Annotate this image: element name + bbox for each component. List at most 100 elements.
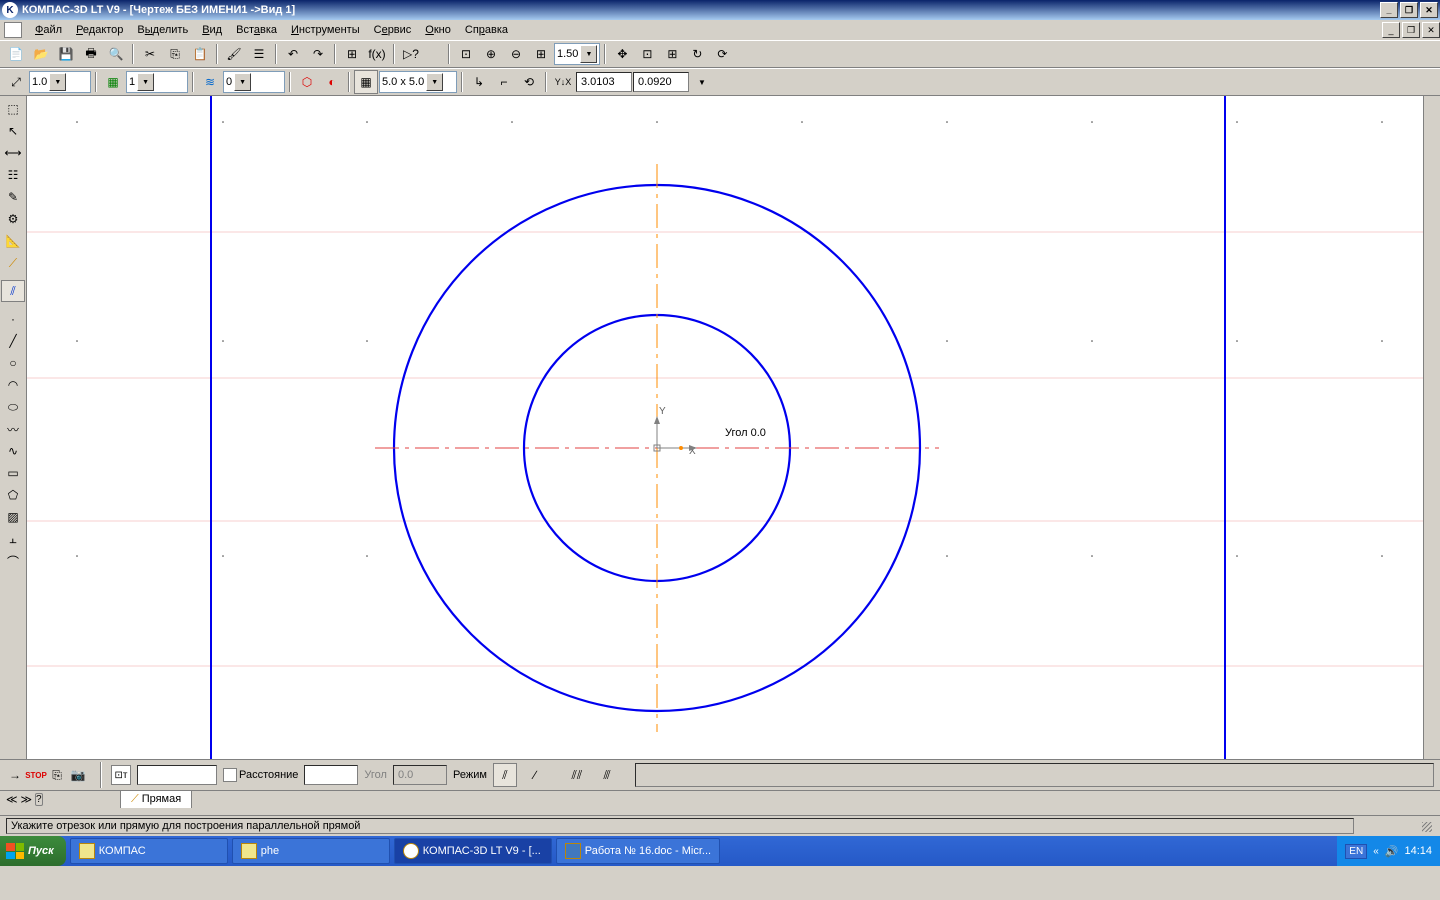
snap-end-button[interactable]: ⬡ xyxy=(295,70,319,94)
zoom-fit-button[interactable]: ⊡ xyxy=(454,42,478,66)
coord-dropdown[interactable]: ▼ xyxy=(690,70,714,94)
copy-button[interactable]: ⎘ xyxy=(163,42,187,66)
nav-help-button[interactable]: ? xyxy=(35,793,43,806)
vertical-scrollbar[interactable] xyxy=(1423,96,1440,759)
maximize-button[interactable]: ❐ xyxy=(1400,2,1418,18)
menu-select[interactable]: Выделить xyxy=(130,22,195,38)
variables-button[interactable]: f(x) xyxy=(365,42,389,66)
localcs-button[interactable]: ↳ xyxy=(467,70,491,94)
fillet-button[interactable]: ⌒ xyxy=(1,550,25,572)
step-icon[interactable]: ⤢ xyxy=(4,70,28,94)
redo-button[interactable]: ↷ xyxy=(306,42,330,66)
distance-check[interactable] xyxy=(223,768,237,782)
layer-state-icon[interactable]: ▦ xyxy=(101,70,125,94)
start-button[interactable]: Пуск xyxy=(0,836,66,866)
arc-button[interactable]: ◠ xyxy=(1,374,25,396)
step-combo[interactable]: 1.0▼ xyxy=(29,71,91,93)
drawing-canvas[interactable]: Y X Угол 0.0 xyxy=(27,96,1423,759)
menu-service[interactable]: Сервис xyxy=(367,22,419,38)
menu-view[interactable]: Вид xyxy=(195,22,229,38)
zoom-all-button[interactable]: ⊞ xyxy=(660,42,684,66)
geometry-button[interactable]: ⬚ xyxy=(1,98,25,120)
mode-one-button[interactable]: ∕ xyxy=(523,763,547,787)
refresh-button[interactable]: ⟳ xyxy=(710,42,734,66)
minimize-button[interactable]: _ xyxy=(1380,2,1398,18)
t1-button[interactable]: ⊡т xyxy=(111,765,131,785)
grid-combo[interactable]: 5.0 x 5.0▼ xyxy=(379,71,457,93)
nav-last-button[interactable]: ≫ xyxy=(21,793,33,806)
doc-close-button[interactable]: ✕ xyxy=(1422,22,1440,38)
measure-button[interactable]: 📐 xyxy=(1,230,25,252)
param-button[interactable]: ⚙ xyxy=(1,208,25,230)
save-button[interactable]: 💾 xyxy=(54,42,78,66)
menu-tools[interactable]: Инструменты xyxy=(284,22,367,38)
mode-hatch-button[interactable]: ⫽⫽ xyxy=(565,763,589,787)
taskbar-item-0[interactable]: КОМПАС xyxy=(70,838,228,864)
menu-insert[interactable]: Вставка xyxy=(229,22,284,38)
menu-editor[interactable]: Редактор xyxy=(69,22,130,38)
zoom-out-button[interactable]: ⊖ xyxy=(504,42,528,66)
print-button[interactable]: 🖶 xyxy=(79,42,103,66)
remember-button[interactable]: 📷 xyxy=(69,767,87,783)
ellipse-button[interactable]: ⬭ xyxy=(1,396,25,418)
pan-button[interactable]: ✥ xyxy=(610,42,634,66)
ortho-button[interactable]: ⌐ xyxy=(492,70,516,94)
resize-grip-icon[interactable] xyxy=(1416,816,1434,834)
mode-single-button[interactable]: ⫻ xyxy=(595,763,619,787)
zoom-window-button[interactable]: ⊞ xyxy=(529,42,553,66)
tray-volume-icon[interactable]: 🔊 xyxy=(1385,845,1399,858)
rect-button[interactable]: ▭ xyxy=(1,462,25,484)
line-button[interactable]: ╱ xyxy=(1,330,25,352)
nav-first-button[interactable]: ≪ xyxy=(6,793,18,806)
layernum-combo[interactable]: 0▼ xyxy=(223,71,285,93)
aux-button[interactable]: ⟋ xyxy=(1,252,25,274)
taskbar-item-3[interactable]: Работа № 16.doc - Micr... xyxy=(556,838,720,864)
tray-expand-icon[interactable]: « xyxy=(1373,846,1379,857)
snap-mid-button[interactable]: ◐ xyxy=(320,70,344,94)
redraw-button[interactable]: ↻ xyxy=(685,42,709,66)
paste-button[interactable]: 📋 xyxy=(188,42,212,66)
taskbar-item-2[interactable]: КОМПАС-3D LT V9 - [... xyxy=(394,838,552,864)
parallel-line-button[interactable]: ⫽ xyxy=(1,280,25,302)
stop-button[interactable]: STOP xyxy=(27,767,45,783)
hatch-button[interactable]: ▨ xyxy=(1,506,25,528)
menu-file[interactable]: ФФайлайл xyxy=(28,22,69,38)
properties-button[interactable]: ☰ xyxy=(247,42,271,66)
preview-button[interactable]: 🔍 xyxy=(104,42,128,66)
notation-button[interactable]: ☷ xyxy=(1,164,25,186)
manager-button[interactable]: ⊞ xyxy=(340,42,364,66)
language-indicator[interactable]: EN xyxy=(1345,844,1367,859)
select-button[interactable]: ↖ xyxy=(1,120,25,142)
autocreate-button[interactable]: ⎘ xyxy=(48,767,66,783)
doc-restore-button[interactable]: ❐ xyxy=(1402,22,1420,38)
new-button[interactable]: 📄 xyxy=(4,42,28,66)
enter-button[interactable]: → xyxy=(6,767,24,783)
round-button[interactable]: ⟲ xyxy=(517,70,541,94)
close-button[interactable]: ✕ xyxy=(1420,2,1438,18)
menu-window[interactable]: Окно xyxy=(418,22,458,38)
offset-button[interactable]: ⫠ xyxy=(1,528,25,550)
zoom-in-button[interactable]: ⊕ xyxy=(479,42,503,66)
distance-field[interactable] xyxy=(304,765,358,785)
taskbar-item-1[interactable]: phe xyxy=(232,838,390,864)
circle-button[interactable]: ○ xyxy=(1,352,25,374)
zoom-prev-button[interactable]: ⊡ xyxy=(635,42,659,66)
menu-help[interactable]: Справка xyxy=(458,22,515,38)
layer-mgr-icon[interactable]: ≋ xyxy=(198,70,222,94)
cut-button[interactable]: ✂ xyxy=(138,42,162,66)
open-button[interactable]: 📂 xyxy=(29,42,53,66)
tab-line[interactable]: ⟋Прямая xyxy=(120,790,192,808)
undo-button[interactable]: ↶ xyxy=(281,42,305,66)
zoom-combo[interactable]: 1.50▼ xyxy=(554,43,600,65)
mode-two-button[interactable]: ⫽ xyxy=(493,763,517,787)
dimension-button[interactable]: ⟷ xyxy=(1,142,25,164)
layer-combo[interactable]: 1▼ xyxy=(126,71,188,93)
point-button[interactable]: · xyxy=(1,308,25,330)
copyformat-button[interactable]: 🖌 xyxy=(222,42,246,66)
spline-button[interactable]: 〰 xyxy=(1,418,25,440)
doc-minimize-button[interactable]: _ xyxy=(1382,22,1400,38)
polygon-button[interactable]: ⬠ xyxy=(1,484,25,506)
help-context-button[interactable]: ▷? xyxy=(399,42,423,66)
bezier-button[interactable]: ∿ xyxy=(1,440,25,462)
tray-clock[interactable]: 14:14 xyxy=(1404,845,1432,857)
